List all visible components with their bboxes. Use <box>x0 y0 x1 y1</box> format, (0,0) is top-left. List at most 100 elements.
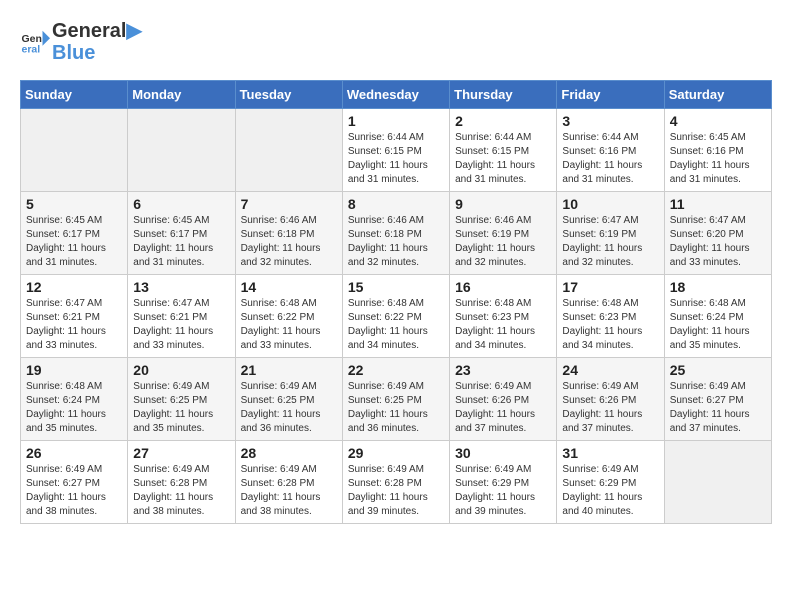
calendar-cell: 6 Sunrise: 6:45 AM Sunset: 6:17 PM Daylig… <box>128 192 235 275</box>
calendar-cell: 8 Sunrise: 6:46 AM Sunset: 6:18 PM Daylig… <box>342 192 449 275</box>
day-info: Sunrise: 6:45 AM Sunset: 6:17 PM Dayligh… <box>26 214 122 270</box>
day-number: 19 <box>26 362 122 378</box>
calendar-cell: 3 Sunrise: 6:44 AM Sunset: 6:16 PM Daylig… <box>557 109 664 192</box>
calendar-table: SundayMondayTuesdayWednesdayThursdayFrid… <box>20 80 772 524</box>
day-number: 8 <box>348 196 444 212</box>
day-info: Sunrise: 6:48 AM Sunset: 6:24 PM Dayligh… <box>26 380 122 436</box>
day-number: 16 <box>455 279 551 295</box>
day-number: 9 <box>455 196 551 212</box>
day-info: Sunrise: 6:49 AM Sunset: 6:28 PM Dayligh… <box>241 463 337 519</box>
calendar-cell: 5 Sunrise: 6:45 AM Sunset: 6:17 PM Daylig… <box>21 192 128 275</box>
day-number: 3 <box>562 113 658 129</box>
weekday-header-monday: Monday <box>128 81 235 109</box>
calendar-cell: 18Sunrise: 6:48 AM Sunset: 6:24 PM Dayli… <box>664 275 771 358</box>
day-info: Sunrise: 6:45 AM Sunset: 6:17 PM Dayligh… <box>133 214 229 270</box>
day-number: 13 <box>133 279 229 295</box>
calendar-week-row: 1 Sunrise: 6:44 AM Sunset: 6:15 PM Daylig… <box>21 109 772 192</box>
day-number: 15 <box>348 279 444 295</box>
day-number: 6 <box>133 196 229 212</box>
calendar-week-row: 5 Sunrise: 6:45 AM Sunset: 6:17 PM Daylig… <box>21 192 772 275</box>
calendar-cell: 11 Sunrise: 6:47 AM Sunset: 6:20 PM Dayli… <box>664 192 771 275</box>
day-info: Sunrise: 6:49 AM Sunset: 6:27 PM Dayligh… <box>26 463 122 519</box>
day-number: 29 <box>348 445 444 461</box>
day-info: Sunrise: 6:48 AM Sunset: 6:23 PM Dayligh… <box>562 297 658 353</box>
day-info: Sunrise: 6:49 AM Sunset: 6:28 PM Dayligh… <box>133 463 229 519</box>
weekday-header-row: SundayMondayTuesdayWednesdayThursdayFrid… <box>21 81 772 109</box>
day-number: 25 <box>670 362 766 378</box>
calendar-cell: 9 Sunrise: 6:46 AM Sunset: 6:19 PM Daylig… <box>450 192 557 275</box>
day-number: 4 <box>670 113 766 129</box>
calendar-cell: 30 Sunrise: 6:49 AM Sunset: 6:29 PM Dayli… <box>450 441 557 524</box>
calendar-cell: 22Sunrise: 6:49 AM Sunset: 6:25 PM Dayli… <box>342 358 449 441</box>
calendar-cell: 25 Sunrise: 6:49 AM Sunset: 6:27 PM Dayli… <box>664 358 771 441</box>
calendar-cell: 31Sunrise: 6:49 AM Sunset: 6:29 PM Dayli… <box>557 441 664 524</box>
calendar-cell: 1 Sunrise: 6:44 AM Sunset: 6:15 PM Daylig… <box>342 109 449 192</box>
calendar-cell: 29 Sunrise: 6:49 AM Sunset: 6:28 PM Dayli… <box>342 441 449 524</box>
day-info: Sunrise: 6:47 AM Sunset: 6:20 PM Dayligh… <box>670 214 766 270</box>
calendar-cell <box>664 441 771 524</box>
day-number: 31 <box>562 445 658 461</box>
day-number: 10 <box>562 196 658 212</box>
day-info: Sunrise: 6:44 AM Sunset: 6:15 PM Dayligh… <box>348 131 444 187</box>
calendar-cell: 15 Sunrise: 6:48 AM Sunset: 6:22 PM Dayli… <box>342 275 449 358</box>
day-info: Sunrise: 6:46 AM Sunset: 6:19 PM Dayligh… <box>455 214 551 270</box>
day-info: Sunrise: 6:48 AM Sunset: 6:22 PM Dayligh… <box>241 297 337 353</box>
calendar-cell: 20Sunrise: 6:49 AM Sunset: 6:25 PM Dayli… <box>128 358 235 441</box>
day-number: 11 <box>670 196 766 212</box>
calendar-cell <box>235 109 342 192</box>
weekday-header-tuesday: Tuesday <box>235 81 342 109</box>
calendar-cell: 26 Sunrise: 6:49 AM Sunset: 6:27 PM Dayli… <box>21 441 128 524</box>
logo-icon: Gen eral <box>20 27 50 57</box>
calendar-cell: 28 Sunrise: 6:49 AM Sunset: 6:28 PM Dayli… <box>235 441 342 524</box>
day-info: Sunrise: 6:49 AM Sunset: 6:29 PM Dayligh… <box>455 463 551 519</box>
calendar-cell: 13 Sunrise: 6:47 AM Sunset: 6:21 PM Dayli… <box>128 275 235 358</box>
calendar-cell: 12 Sunrise: 6:47 AM Sunset: 6:21 PM Dayli… <box>21 275 128 358</box>
calendar-cell: 27 Sunrise: 6:49 AM Sunset: 6:28 PM Dayli… <box>128 441 235 524</box>
day-number: 24 <box>562 362 658 378</box>
day-number: 14 <box>241 279 337 295</box>
calendar-week-row: 26 Sunrise: 6:49 AM Sunset: 6:27 PM Dayli… <box>21 441 772 524</box>
calendar-cell <box>21 109 128 192</box>
day-number: 5 <box>26 196 122 212</box>
day-info: Sunrise: 6:47 AM Sunset: 6:21 PM Dayligh… <box>133 297 229 353</box>
calendar-cell: 2 Sunrise: 6:44 AM Sunset: 6:15 PM Daylig… <box>450 109 557 192</box>
day-number: 26 <box>26 445 122 461</box>
calendar-cell: 10 Sunrise: 6:47 AM Sunset: 6:19 PM Dayli… <box>557 192 664 275</box>
day-number: 27 <box>133 445 229 461</box>
calendar-cell: 19 Sunrise: 6:48 AM Sunset: 6:24 PM Dayli… <box>21 358 128 441</box>
calendar-cell <box>128 109 235 192</box>
day-info: Sunrise: 6:44 AM Sunset: 6:15 PM Dayligh… <box>455 131 551 187</box>
day-info: Sunrise: 6:48 AM Sunset: 6:22 PM Dayligh… <box>348 297 444 353</box>
day-info: Sunrise: 6:49 AM Sunset: 6:26 PM Dayligh… <box>562 380 658 436</box>
logo-line2: Blue <box>52 42 142 64</box>
day-info: Sunrise: 6:49 AM Sunset: 6:26 PM Dayligh… <box>455 380 551 436</box>
day-number: 30 <box>455 445 551 461</box>
day-number: 1 <box>348 113 444 129</box>
day-number: 12 <box>26 279 122 295</box>
weekday-header-friday: Friday <box>557 81 664 109</box>
day-info: Sunrise: 6:45 AM Sunset: 6:16 PM Dayligh… <box>670 131 766 187</box>
day-info: Sunrise: 6:49 AM Sunset: 6:25 PM Dayligh… <box>241 380 337 436</box>
day-info: Sunrise: 6:44 AM Sunset: 6:16 PM Dayligh… <box>562 131 658 187</box>
weekday-header-thursday: Thursday <box>450 81 557 109</box>
calendar-cell: 14 Sunrise: 6:48 AM Sunset: 6:22 PM Dayli… <box>235 275 342 358</box>
day-number: 28 <box>241 445 337 461</box>
day-number: 18 <box>670 279 766 295</box>
day-info: Sunrise: 6:47 AM Sunset: 6:19 PM Dayligh… <box>562 214 658 270</box>
calendar-cell: 24 Sunrise: 6:49 AM Sunset: 6:26 PM Dayli… <box>557 358 664 441</box>
calendar-cell: 7Sunrise: 6:46 AM Sunset: 6:18 PM Daylig… <box>235 192 342 275</box>
day-number: 2 <box>455 113 551 129</box>
calendar-cell: 23Sunrise: 6:49 AM Sunset: 6:26 PM Dayli… <box>450 358 557 441</box>
day-number: 21 <box>241 362 337 378</box>
day-info: Sunrise: 6:47 AM Sunset: 6:21 PM Dayligh… <box>26 297 122 353</box>
calendar-cell: 16Sunrise: 6:48 AM Sunset: 6:23 PM Dayli… <box>450 275 557 358</box>
calendar-cell: 17Sunrise: 6:48 AM Sunset: 6:23 PM Dayli… <box>557 275 664 358</box>
day-info: Sunrise: 6:49 AM Sunset: 6:25 PM Dayligh… <box>348 380 444 436</box>
day-info: Sunrise: 6:46 AM Sunset: 6:18 PM Dayligh… <box>348 214 444 270</box>
day-info: Sunrise: 6:49 AM Sunset: 6:28 PM Dayligh… <box>348 463 444 519</box>
svg-text:eral: eral <box>22 44 41 56</box>
calendar-cell: 21 Sunrise: 6:49 AM Sunset: 6:25 PM Dayli… <box>235 358 342 441</box>
day-info: Sunrise: 6:49 AM Sunset: 6:27 PM Dayligh… <box>670 380 766 436</box>
weekday-header-saturday: Saturday <box>664 81 771 109</box>
logo: Gen eral General▶ Blue <box>20 20 142 64</box>
